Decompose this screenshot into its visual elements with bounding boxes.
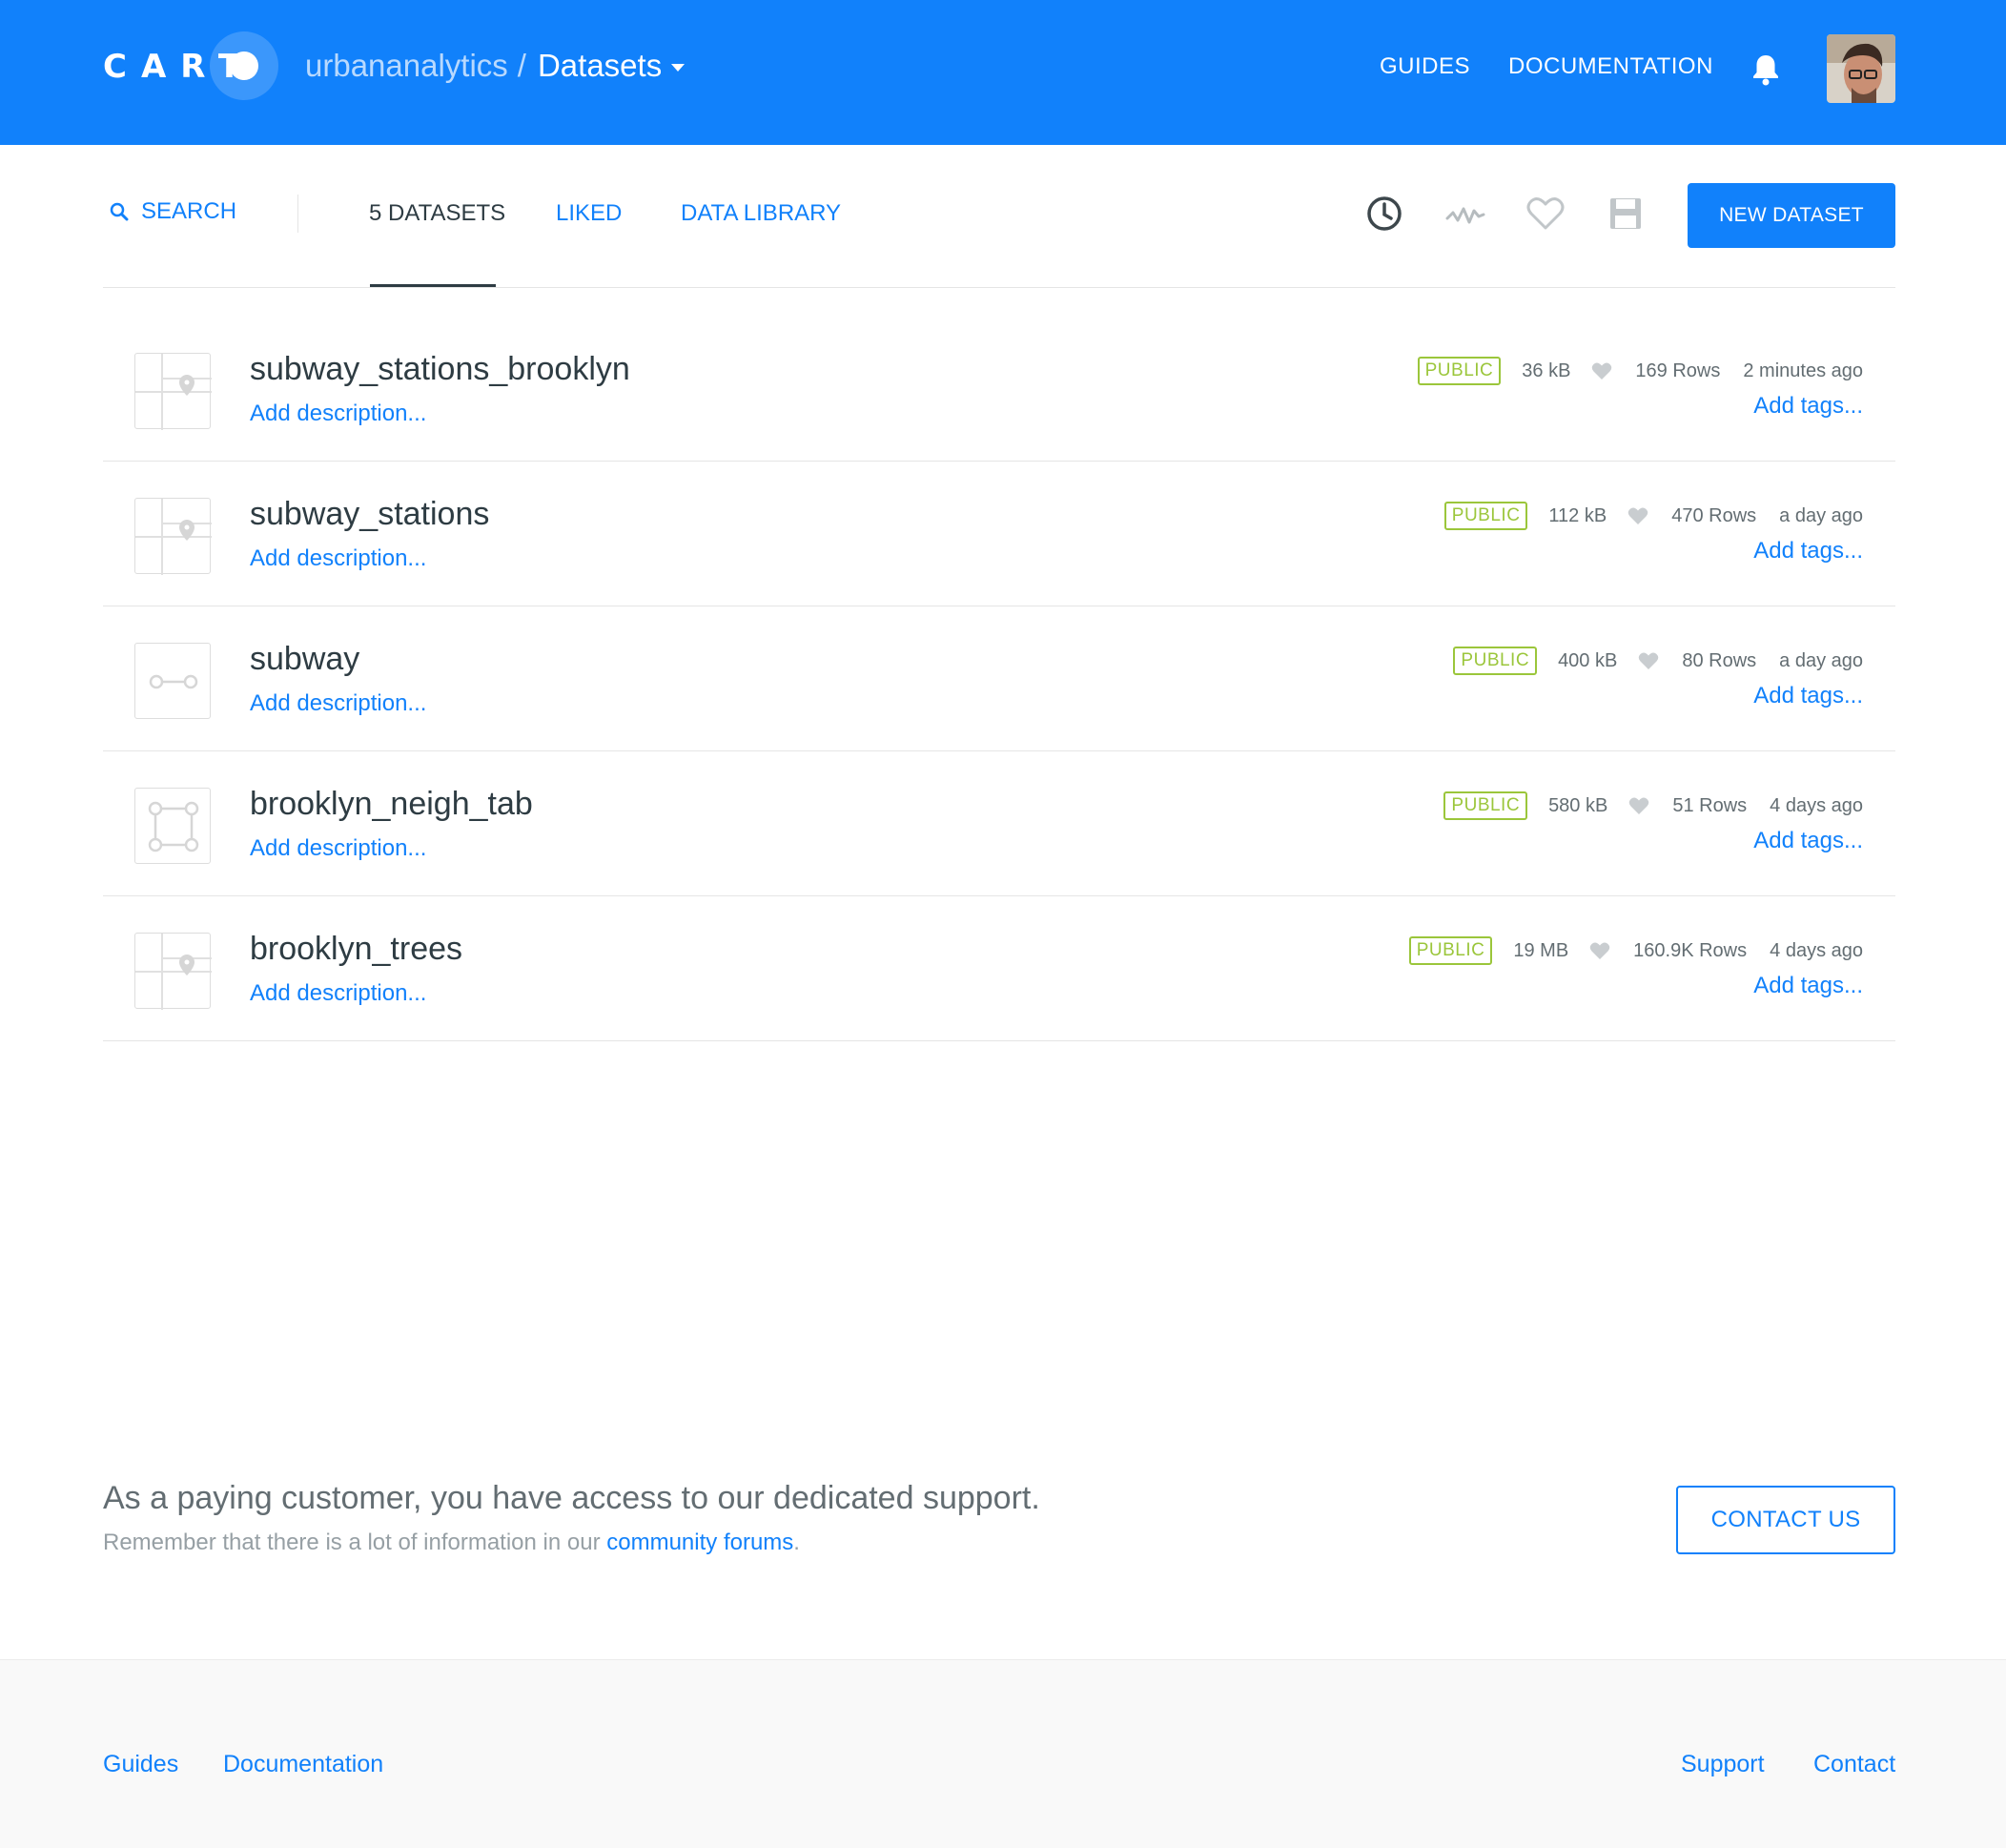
dataset-updated: 2 minutes ago [1743, 359, 1863, 381]
breadcrumb: urbananalytics / Datasets [305, 48, 686, 84]
search-button[interactable]: SEARCH [109, 198, 236, 225]
tab-datasets[interactable]: 5 DATASETS [369, 200, 505, 227]
carto-logo[interactable]: CART [103, 31, 278, 100]
like-heart-icon[interactable] [1627, 506, 1648, 525]
add-description-link[interactable]: Add description... [250, 690, 426, 717]
dataset-name[interactable]: brooklyn_neigh_tab [250, 786, 533, 823]
dataset-name[interactable]: subway_stations_brooklyn [250, 351, 630, 388]
add-description-link[interactable]: Add description... [250, 980, 426, 1007]
dataset-name[interactable]: brooklyn_trees [250, 931, 462, 968]
filter-bar: SEARCH 5 DATASETS LIKED DATA LIBRARY NEW… [103, 181, 1895, 288]
contact-us-button[interactable]: CONTACT US [1676, 1486, 1895, 1554]
dataset-meta: PUBLIC 400 kB 80 Rows a day ago [1453, 647, 1863, 675]
like-heart-icon[interactable] [1628, 796, 1649, 815]
add-tags-link[interactable]: Add tags... [1753, 828, 1863, 854]
chevron-down-icon [671, 64, 686, 72]
add-tags-link[interactable]: Add tags... [1753, 683, 1863, 709]
new-dataset-button[interactable]: NEW DATASET [1688, 183, 1895, 248]
dataset-name[interactable]: subway_stations [250, 496, 489, 533]
add-tags-link[interactable]: Add tags... [1753, 393, 1863, 420]
like-heart-icon[interactable] [1591, 361, 1612, 380]
dataset-size: 36 kB [1522, 359, 1571, 381]
search-icon [110, 202, 129, 221]
tab-liked[interactable]: LIKED [556, 200, 622, 227]
dataset-rows: 51 Rows [1672, 794, 1748, 816]
section-label: Datasets [537, 48, 663, 83]
like-heart-icon[interactable] [1589, 941, 1610, 960]
support-subtitle-text: Remember that there is a lot of informat… [103, 1530, 607, 1555]
dataset-rows: 80 Rows [1682, 649, 1757, 671]
add-tags-link[interactable]: Add tags... [1753, 538, 1863, 565]
avatar[interactable] [1827, 34, 1895, 103]
dataset-meta: PUBLIC 580 kB 51 Rows 4 days ago [1443, 791, 1863, 820]
logo-dot [230, 51, 258, 80]
footer-guides-link[interactable]: Guides [103, 1751, 178, 1778]
dataset-updated: a day ago [1779, 649, 1863, 671]
line-geometry-icon [134, 643, 211, 719]
add-description-link[interactable]: Add description... [250, 835, 426, 862]
documentation-link[interactable]: DOCUMENTATION [1508, 53, 1713, 80]
dataset-updated: 4 days ago [1770, 794, 1863, 816]
support-subtitle-end: . [793, 1530, 800, 1555]
dataset-row[interactable]: subway_stations Add description... PUBLIC 1… [103, 462, 1895, 606]
divider [297, 195, 298, 233]
add-description-link[interactable]: Add description... [250, 400, 426, 427]
dataset-meta: PUBLIC 36 kB 169 Rows 2 minutes ago [1417, 357, 1863, 385]
add-description-link[interactable]: Add description... [250, 545, 426, 572]
add-tags-link[interactable]: Add tags... [1753, 973, 1863, 999]
point-geometry-icon [134, 498, 212, 575]
dataset-size: 112 kB [1548, 504, 1607, 526]
privacy-badge[interactable]: PUBLIC [1443, 791, 1528, 820]
dataset-name[interactable]: subway [250, 641, 359, 678]
dataset-size: 400 kB [1558, 649, 1618, 671]
like-heart-icon[interactable] [1638, 651, 1659, 670]
tab-data-library[interactable]: DATA LIBRARY [681, 200, 841, 227]
dataset-row[interactable]: subway Add description... PUBLIC 400 kB 80 R… [103, 606, 1895, 751]
community-forums-link[interactable]: community forums [606, 1530, 793, 1555]
footer-documentation-link[interactable]: Documentation [223, 1751, 383, 1778]
dataset-rows: 160.9K Rows [1633, 939, 1748, 961]
dataset-updated: a day ago [1779, 504, 1863, 526]
save-icon[interactable] [1605, 193, 1647, 235]
privacy-badge[interactable]: PUBLIC [1453, 647, 1538, 675]
dataset-row[interactable]: subway_stations_brooklyn Add description.… [103, 317, 1895, 462]
guides-link[interactable]: GUIDES [1380, 53, 1470, 80]
point-geometry-icon [134, 353, 212, 430]
dataset-row[interactable]: brooklyn_neigh_tab Add description... PUBL… [103, 751, 1895, 896]
point-geometry-icon [134, 933, 212, 1010]
dataset-size: 19 MB [1513, 939, 1569, 961]
dataset-rows: 169 Rows [1635, 359, 1721, 381]
support-title: As a paying customer, you have access to… [103, 1480, 1040, 1516]
heart-icon[interactable] [1525, 193, 1566, 235]
breadcrumb-separator: / [517, 48, 526, 83]
bell-icon[interactable] [1750, 52, 1781, 87]
support-subtitle: Remember that there is a lot of informat… [103, 1530, 800, 1556]
top-bar: CART urbananalytics / Datasets GUIDES DO… [0, 0, 2006, 145]
dataset-size: 580 kB [1548, 794, 1608, 816]
privacy-badge[interactable]: PUBLIC [1443, 502, 1528, 530]
privacy-badge[interactable]: PUBLIC [1408, 936, 1493, 965]
dataset-meta: PUBLIC 19 MB 160.9K Rows 4 days ago [1408, 936, 1863, 965]
dataset-row[interactable]: brooklyn_trees Add description... PUBLIC 19… [103, 896, 1895, 1041]
footer-support-link[interactable]: Support [1681, 1751, 1765, 1778]
clock-icon[interactable] [1363, 193, 1405, 235]
section-dropdown[interactable]: Datasets [537, 48, 686, 84]
footer-contact-link[interactable]: Contact [1813, 1751, 1895, 1778]
privacy-badge[interactable]: PUBLIC [1417, 357, 1502, 385]
dataset-updated: 4 days ago [1770, 939, 1863, 961]
polygon-geometry-icon [134, 788, 211, 864]
dataset-rows: 470 Rows [1671, 504, 1757, 526]
dataset-list: subway_stations_brooklyn Add description.… [103, 317, 1895, 1041]
search-label: SEARCH [141, 198, 237, 224]
footer: Guides Documentation Support Contact [0, 1659, 2006, 1848]
activity-icon[interactable] [1444, 193, 1486, 235]
active-tab-indicator [370, 284, 496, 287]
dataset-meta: PUBLIC 112 kB 470 Rows a day ago [1443, 502, 1863, 530]
breadcrumb-username[interactable]: urbananalytics [305, 48, 508, 84]
